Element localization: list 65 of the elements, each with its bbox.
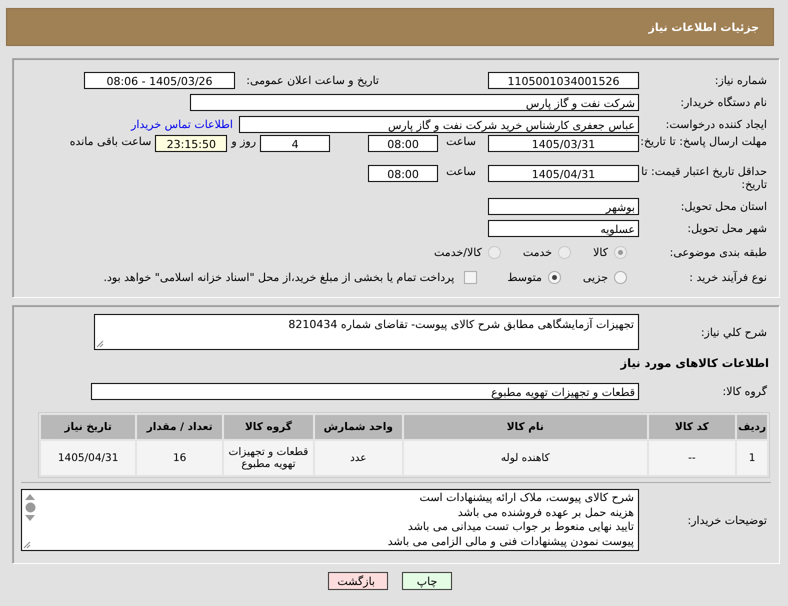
column-header: تاریخ نیاز [41, 415, 136, 439]
field-label: استان محل تحویل: [680, 200, 768, 212]
field-label: نوع فرآیند خرید : [688, 270, 768, 284]
field-label: شماره نیاز: [714, 74, 768, 86]
table-cell: 16 [137, 441, 222, 475]
table-cell: -- [648, 441, 736, 475]
table-cell: عدد [314, 441, 402, 475]
field-label: پرداخت تمام یا بخشی از مبلغ خرید،از محل "اسناد خزانه اسلامی" خواهد بود. [104, 270, 454, 284]
text-field[interactable]: 1405/04/31 [488, 165, 639, 182]
field-label: کالا [593, 246, 608, 258]
text-field[interactable]: عسلویه [488, 220, 639, 236]
text-field[interactable]: 1405/03/26 - 08:06 [84, 72, 235, 88]
resize-grip-icon[interactable] [96, 340, 104, 348]
text-field[interactable]: 1105001034001526 [488, 72, 639, 88]
notes-box[interactable]: شرح کالای پیوست، ملاک ارائه پیشنهادات است هزینه حمل بر عهده فروشنده می باشد تایید نهایی منعوط بر جواب تست میدانی می باشد پیوست نمودن پیشنهادات فنی و مالی الزامی می باشد [21, 489, 639, 551]
print-button[interactable]: چاپ [402, 572, 452, 590]
field-label: ایجاد کننده درخواست: [664, 118, 768, 130]
table-cell: کاهنده لوله [404, 441, 647, 475]
field-label: جزیی [582, 270, 608, 284]
radio-button[interactable] [614, 270, 627, 284]
table-cell: 1405/04/31 [41, 441, 136, 475]
field-label: متوسط [507, 270, 542, 284]
section-heading: اطلاعات کالاهای مورد نیاز [620, 356, 770, 370]
scroll-up-icon[interactable] [25, 493, 35, 500]
table-cell: قطعات و تجهیزات تهویه مطبوع [224, 441, 313, 475]
text-field[interactable]: قطعات و تجهیزات تهویه مطبوع [91, 382, 639, 400]
field-label: گروه کالا: [722, 384, 768, 398]
column-header: واحد شمارش [314, 415, 402, 439]
scroll-thumb-icon[interactable] [24, 502, 36, 513]
back-button[interactable]: بازگشت [328, 572, 388, 590]
page-title: جزئیات اطلاعات نیاز [648, 20, 759, 34]
field-label: خدمت [522, 246, 552, 258]
field-label: طبقه بندی موضوعی: [668, 246, 768, 258]
checkbox[interactable] [464, 270, 478, 284]
field-label: ساعت [446, 165, 476, 178]
contact-link[interactable]: اطلاعات تماس خریدار [131, 118, 233, 130]
text-field[interactable]: عباس جعفری کارشناس خرید شرکت نفت و گاز پارس [239, 116, 639, 132]
table-cell: 1 [737, 441, 767, 475]
text-field[interactable]: شرکت نفت و گاز پارس [190, 94, 639, 110]
field-label: حداقل تاریخ اعتبار قیمت: تا تاریخ: [640, 165, 768, 191]
text-field[interactable]: 1405/03/31 [488, 135, 639, 152]
column-header: ردیف [737, 415, 767, 439]
text-field[interactable]: 08:00 [368, 165, 438, 182]
field-label: ساعت باقی مانده [70, 135, 152, 148]
column-header: نام کالا [404, 415, 647, 439]
field-label: شهر محل تحویل: [686, 222, 768, 234]
field-label: توضیحات خریدار: [686, 514, 768, 526]
field-label: نام دستگاه خریدار: [679, 96, 768, 108]
description-box[interactable]: تجهیزات آزمایشگاهی مطابق شرح کالای پیوست- تقاضای شماره 8210434 [94, 314, 639, 350]
column-header: کد کالا [648, 415, 736, 439]
field-label: ساعت [446, 135, 476, 148]
scroll-down-icon[interactable] [25, 515, 35, 522]
field-label: شرح کلي نیاز: [700, 326, 768, 338]
resize-grip-icon[interactable] [23, 541, 31, 549]
text-field[interactable]: 4 [260, 135, 330, 152]
radio-button[interactable] [548, 270, 561, 284]
text-field[interactable]: 08:00 [368, 135, 438, 152]
field-label: تاریخ و ساعت اعلان عمومی: [245, 74, 380, 86]
field-label: کالا/خدمت [434, 246, 482, 258]
column-header: تعداد / مقدار [137, 415, 222, 439]
text-field[interactable]: بوشهر [488, 198, 639, 214]
field-label: مهلت ارسال پاسخ: تا تاریخ: [639, 135, 768, 148]
field-label: روز و [231, 135, 256, 148]
text-field[interactable]: 23:15:50 [155, 135, 228, 152]
column-header: گروه کالا [224, 415, 313, 439]
